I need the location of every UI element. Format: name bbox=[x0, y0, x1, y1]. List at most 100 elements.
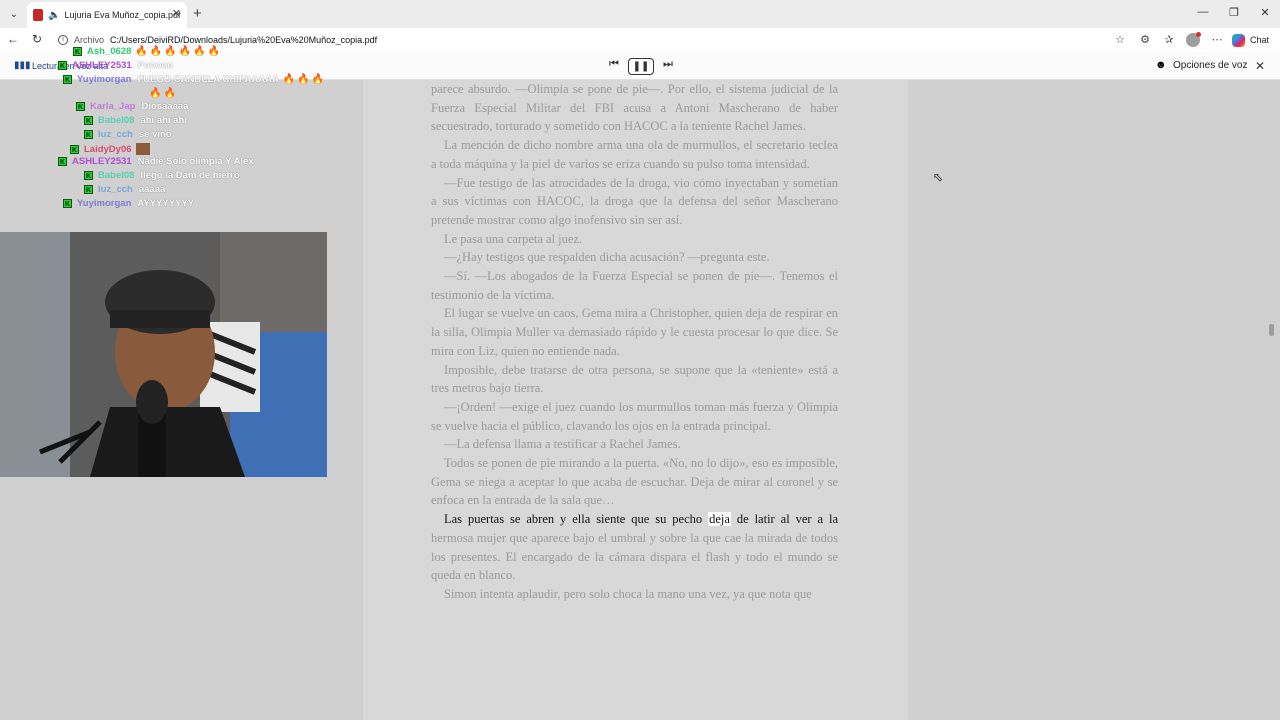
chat-text: se vino bbox=[138, 129, 172, 140]
chat-username: LaidyDy06 bbox=[84, 143, 132, 155]
chat-message: K Babel08 llego la Dam de hierro bbox=[84, 170, 240, 181]
paragraph: —Sí. —Los abogados de la Fuerza Especial… bbox=[431, 269, 838, 302]
subscriber-badge-icon: K bbox=[63, 199, 72, 208]
chat-username: ASHLEY2531 bbox=[72, 156, 132, 167]
page-text: parece absurdo. —Olimpia se pone de pie—… bbox=[431, 80, 838, 604]
tab-pdf[interactable]: 🔈 Lujuria Eva Muñoz_copia.pdf ✕ bbox=[27, 2, 187, 28]
current-word-highlight: deja bbox=[708, 512, 731, 527]
chat-message: 🔥🔥 bbox=[145, 88, 178, 99]
subscriber-badge-icon: K bbox=[73, 47, 82, 56]
paragraph: parece absurdo. —Olimpia se pone de pie—… bbox=[431, 82, 838, 134]
chat-message: K ASHLEY2531 Pooooo bbox=[58, 60, 173, 71]
subscriber-badge-icon: K bbox=[58, 157, 67, 166]
chat-message: K Babel08 ahi ahi ahi bbox=[84, 115, 187, 126]
webcam-image bbox=[0, 232, 327, 477]
info-icon[interactable]: i bbox=[58, 35, 68, 45]
chat-username: Karla_Jap bbox=[90, 101, 136, 112]
chat-message: Kluz_cch se vino bbox=[84, 129, 172, 140]
refresh-icon[interactable]: ↻ bbox=[29, 32, 45, 46]
subscriber-badge-icon: K bbox=[63, 75, 72, 84]
fire-emote-icon: 🔥🔥🔥🔥🔥🔥 bbox=[135, 46, 223, 57]
chat-text: ahi ahi ahi bbox=[140, 115, 187, 126]
read-text-after: de latir al ver a la bbox=[730, 512, 838, 527]
back-arrow-icon[interactable]: ← bbox=[5, 32, 21, 46]
chat-username: Babel08 bbox=[98, 115, 135, 126]
pdf-icon bbox=[33, 9, 43, 21]
subscriber-badge-icon: K bbox=[58, 61, 67, 70]
chat-text: FUEGO CANDELA CHIPAAAAA bbox=[137, 74, 279, 85]
chat-text: llego la Dam de hierro bbox=[140, 170, 240, 181]
paragraph: Imposible, debe tratarse de otra persona… bbox=[431, 362, 838, 396]
tab-strip: ⌄ 🔈 Lujuria Eva Muñoz_copia.pdf ✕ + — ❐ … bbox=[0, 0, 1280, 28]
subscriber-badge-icon: K bbox=[84, 171, 93, 180]
window-close-icon[interactable]: ✕ bbox=[1255, 6, 1275, 19]
chat-message: K Ash_0628 🔥🔥🔥🔥🔥🔥 bbox=[73, 46, 222, 57]
chat-username: Ash_0628 bbox=[87, 46, 132, 57]
subscriber-badge-icon: K bbox=[84, 185, 93, 194]
chat-message: K Yuyimorgan AYYYYYYYY bbox=[63, 198, 194, 209]
scrollbar[interactable] bbox=[1269, 324, 1274, 336]
speaker-icon[interactable]: 🔈 bbox=[48, 10, 60, 21]
emote-image-icon bbox=[135, 143, 150, 155]
chat-message: K ASHLEY2531 Nadie Solo olimpia Y Alex bbox=[58, 156, 254, 167]
chat-text: Pooooo bbox=[137, 60, 174, 71]
omnibox-label: Archivo bbox=[74, 35, 105, 45]
pdf-page: parece absurdo. —Olimpia se pone de pie—… bbox=[363, 80, 908, 720]
close-icon[interactable]: ✕ bbox=[1255, 59, 1265, 73]
copilot-chat-button[interactable]: Chat bbox=[1232, 31, 1269, 49]
paragraph: El lugar se vuelve un caos, Gema mira a … bbox=[431, 306, 838, 358]
skip-forward-icon[interactable]: ⏭ bbox=[660, 58, 676, 75]
voice-options-button[interactable]: Opciones de voz bbox=[1173, 60, 1248, 71]
more-icon[interactable]: ⋯ bbox=[1209, 33, 1225, 46]
chat-username: luz_cch bbox=[98, 184, 133, 195]
chat-text: Diosaaaaa bbox=[141, 101, 189, 112]
chat-username: Yuyimorgan bbox=[77, 198, 132, 209]
skip-back-icon[interactable]: ⏮ bbox=[606, 58, 622, 75]
chat-username: ASHLEY2531 bbox=[72, 60, 132, 71]
chat-message: Kluz_cch aaaaa bbox=[84, 184, 165, 195]
fire-emote-icon: 🔥🔥 bbox=[149, 88, 178, 99]
star-icon[interactable]: ☆ bbox=[1112, 33, 1128, 46]
minimize-icon[interactable]: — bbox=[1193, 6, 1213, 18]
paragraph: —Fue testigo de las atrocidades de la dr… bbox=[431, 175, 838, 227]
paragraph: Simon intenta aplaudir, pero solo choca … bbox=[444, 586, 812, 601]
paragraph: —¡Orden! —exige el juez cuando los murmu… bbox=[431, 399, 838, 433]
chat-text: AYYYYYYYY bbox=[137, 198, 195, 209]
chat-message: K Karla_Jap Diosaaaaa bbox=[76, 101, 188, 112]
subscriber-badge-icon: K bbox=[84, 130, 93, 139]
notification-dot bbox=[1196, 32, 1201, 37]
tab-close-icon[interactable]: ✕ bbox=[172, 7, 181, 20]
url-text[interactable]: C:/Users/DeiviRD/Downloads/Lujuria%20Eva… bbox=[110, 35, 377, 45]
chat-username: Yuyimorgan bbox=[77, 74, 132, 85]
chat-text: Nadie Solo olimpia Y Alex bbox=[137, 156, 254, 167]
chat-label: Chat bbox=[1250, 35, 1270, 45]
tab-list-chevron-icon[interactable]: ⌄ bbox=[4, 4, 24, 24]
restore-icon[interactable]: ❐ bbox=[1224, 6, 1244, 19]
puzzle-icon[interactable]: ⚙ bbox=[1137, 33, 1153, 46]
chat-username: luz_cch bbox=[98, 129, 133, 140]
chat-username: Babel08 bbox=[98, 170, 135, 181]
copilot-icon bbox=[1232, 33, 1245, 47]
tab-title: Lujuria Eva Muñoz_copia.pdf bbox=[64, 10, 181, 20]
favorites-icon[interactable]: ✰ bbox=[1161, 33, 1177, 46]
active-paragraph: Las puertas se abren y ella siente que s… bbox=[431, 510, 838, 585]
chat-text: aaaaa bbox=[138, 184, 166, 195]
read-text: Las puertas se abren y ella siente que s… bbox=[444, 512, 709, 527]
subscriber-badge-icon: K bbox=[84, 116, 93, 125]
fire-emote-icon: 🔥🔥🔥 bbox=[282, 74, 327, 85]
subscriber-badge-icon: K bbox=[76, 102, 85, 111]
paragraph: Todos se ponen de pie mirando a la puert… bbox=[431, 456, 838, 508]
paragraph: —La defensa llama a testificar a Rachel … bbox=[444, 437, 681, 452]
paragraph: —¿Hay testigos que respalden dicha acusa… bbox=[444, 250, 770, 265]
new-tab-button[interactable]: + bbox=[193, 5, 202, 22]
pause-button[interactable]: ❚❚ bbox=[628, 58, 654, 75]
paragraph: La mención de dicho nombre arma una ola … bbox=[431, 138, 838, 171]
paragraph: Le pasa una carpeta al juez. bbox=[444, 231, 583, 246]
unread-text: hermosa mujer que aparece bajo el umbral… bbox=[431, 530, 838, 583]
chat-message: K LaidyDy06 bbox=[70, 143, 150, 155]
mouse-cursor-icon: ⬁ bbox=[933, 170, 944, 184]
stream-chat-overlay: K Ash_0628 🔥🔥🔥🔥🔥🔥 K ASHLEY2531 Pooooo K Yuyimor… bbox=[0, 46, 360, 216]
voice-icon: ☻ bbox=[1155, 59, 1167, 71]
subscriber-badge-icon: K bbox=[70, 144, 79, 154]
webcam-feed bbox=[0, 232, 327, 477]
